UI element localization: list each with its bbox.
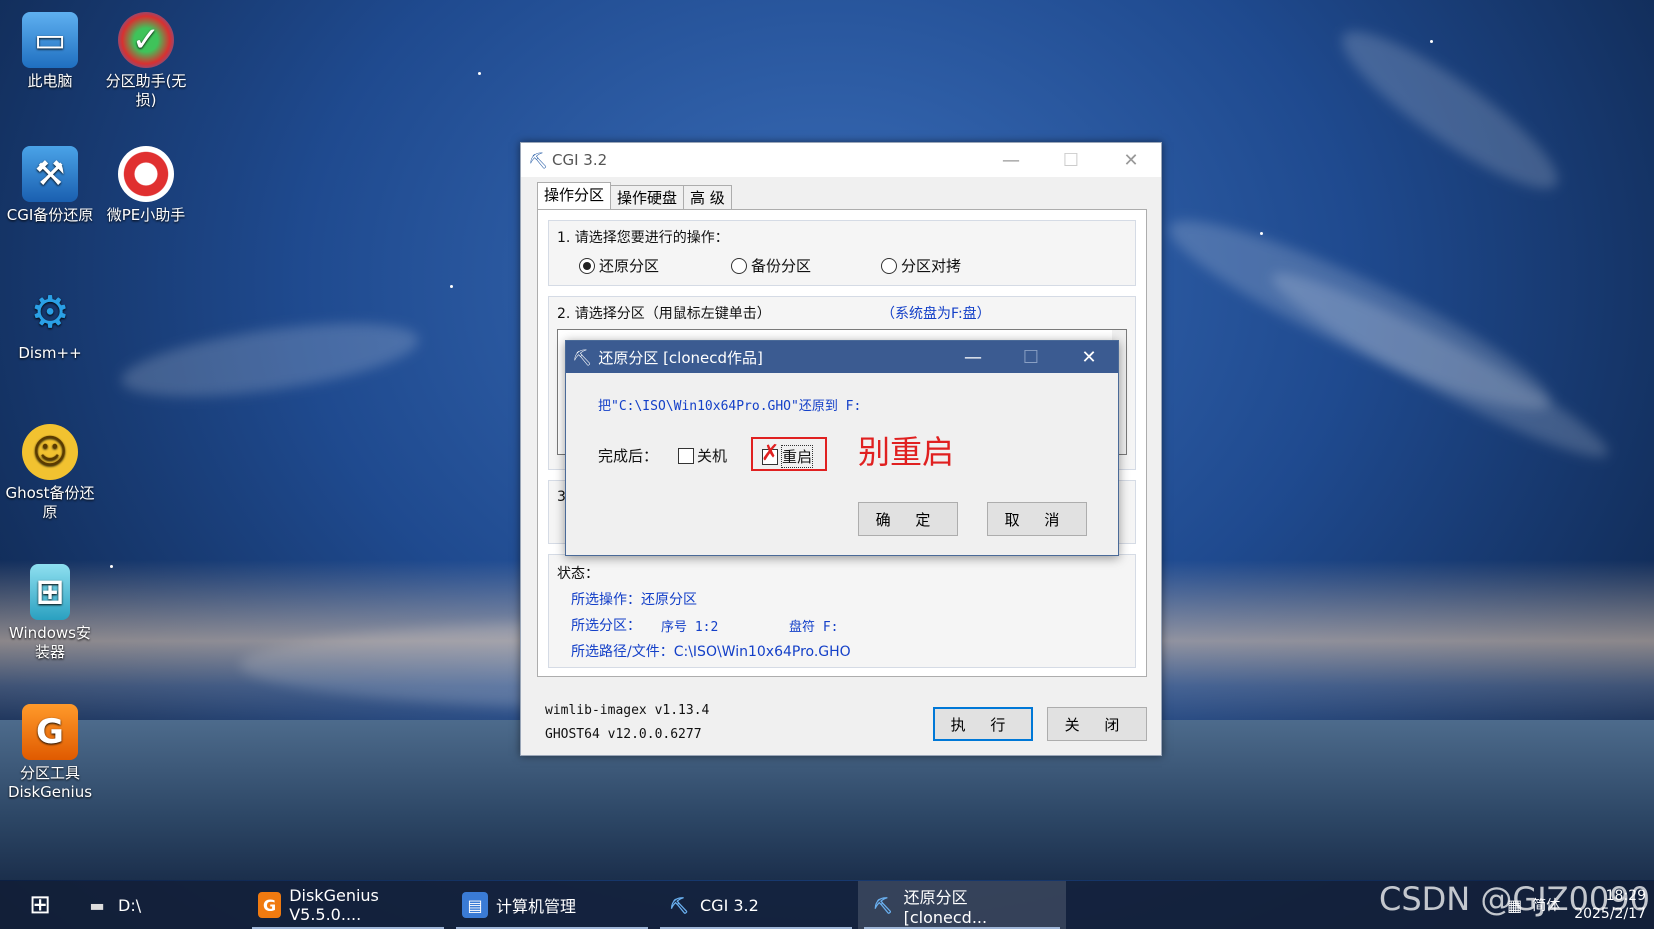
gears-icon: ⚙ bbox=[30, 286, 70, 338]
cgi-backup-icon: ⚒ bbox=[22, 146, 78, 202]
computer-icon: ▭ bbox=[22, 12, 78, 68]
desktop-icon-label: Ghost备份还原 bbox=[5, 484, 95, 521]
status-heading: 状态： bbox=[557, 566, 599, 582]
desktop-icon-diskgenius[interactable]: G 分区工具DiskGenius bbox=[2, 704, 98, 802]
taskbar-item-label: CGI 3.2 bbox=[700, 895, 759, 915]
ok-button[interactable]: 确 定 bbox=[858, 502, 958, 536]
status-operation: 所选操作：还原分区 bbox=[571, 592, 697, 608]
annotation-dont-restart: 别重启 bbox=[858, 433, 955, 471]
checkbox-label: 重启 bbox=[781, 445, 814, 468]
system-drive-note: （系统盘为F:盘） bbox=[881, 306, 991, 322]
desktop-icon-label: 分区助手(无损) bbox=[105, 72, 187, 109]
maximize-button[interactable]: ☐ bbox=[1041, 143, 1101, 177]
tab-advanced[interactable]: 高 级 bbox=[683, 185, 732, 210]
after-complete-label: 完成后： bbox=[598, 447, 659, 465]
taskbar-item-label: D:\ bbox=[118, 895, 142, 915]
dialog-minimize-button[interactable]: — bbox=[944, 341, 1002, 373]
dialog-maximize-button[interactable]: ☐ bbox=[1002, 341, 1060, 373]
desktop-icon-label: CGI备份还原 bbox=[6, 206, 94, 224]
windows-installer-icon: ⊞ bbox=[30, 564, 70, 620]
checkbox-label: 关机 bbox=[697, 447, 728, 465]
status-path: 所选路径/文件：C:\ISO\Win10x64Pro.GHO bbox=[571, 644, 851, 660]
execute-button[interactable]: 执 行 bbox=[933, 707, 1033, 741]
dialog-message: 把"C:\ISO\Win10x64Pro.GHO"还原到 F: bbox=[598, 399, 862, 414]
start-button[interactable]: ⊞ bbox=[8, 881, 72, 929]
ghost-icon: ☺ bbox=[22, 424, 78, 480]
close-button[interactable]: 关 闭 bbox=[1047, 707, 1147, 741]
desktop-icon-label: 微PE小助手 bbox=[106, 206, 186, 224]
checkbox-box: ✗ bbox=[761, 442, 779, 465]
operation-group: 1. 请选择您要进行的操作： 还原分区 备份分区 分区对拷 bbox=[548, 220, 1136, 286]
cancel-button[interactable]: 取 消 bbox=[987, 502, 1087, 536]
taskbar-item-drive[interactable]: ▬ D:\ bbox=[72, 881, 246, 929]
status-partition-label: 所选分区： bbox=[571, 618, 641, 634]
shutdown-checkbox[interactable]: 关机 bbox=[678, 445, 727, 466]
taskbar-item-label: 计算机管理 bbox=[496, 897, 577, 916]
partition-assistant-icon: ✓ bbox=[118, 12, 174, 68]
close-window-button[interactable]: ✕ bbox=[1101, 143, 1161, 177]
dialog-title: 还原分区 [clonecd作品] bbox=[598, 348, 763, 367]
taskbar-item-computer-management[interactable]: ▤ 计算机管理 bbox=[450, 881, 654, 929]
taskbar-item-diskgenius[interactable]: G DiskGenius V5.5.0.... bbox=[246, 881, 450, 929]
cgi-icon: ⛏ bbox=[528, 151, 549, 170]
tab-bar: 操作分区 操作硬盘 高 级 bbox=[537, 182, 732, 210]
tab-operate-disk[interactable]: 操作硬盘 bbox=[610, 185, 685, 210]
status-sequence: 序号 1:2 bbox=[661, 620, 719, 635]
desktop-icon-this-pc[interactable]: ▭ 此电脑 bbox=[2, 12, 98, 91]
radio-backup[interactable]: 备份分区 bbox=[731, 255, 811, 276]
desktop-icon-ghost[interactable]: ☺ Ghost备份还原 bbox=[2, 424, 98, 522]
taskbar-item-restore-dialog[interactable]: ⛏ 还原分区 [clonecd... bbox=[858, 881, 1066, 929]
desktop-icon-label: Dism++ bbox=[18, 344, 82, 362]
ghost-version: GHOST64 v12.0.0.6277 bbox=[545, 727, 702, 742]
lifebuoy-icon bbox=[118, 146, 174, 202]
desktop-icon-label: Windows安装器 bbox=[9, 624, 91, 661]
cross-mark-icon: ✗ bbox=[761, 440, 780, 466]
cgi-icon: ⛏ bbox=[668, 895, 690, 915]
dialog-close-button[interactable]: ✕ bbox=[1060, 341, 1118, 373]
cgi-icon: ⛏ bbox=[872, 895, 893, 915]
radio-restore[interactable]: 还原分区 bbox=[579, 255, 659, 276]
csdn-watermark: CSDN @GJZ0090 bbox=[1379, 880, 1650, 918]
radio-indicator bbox=[731, 257, 747, 274]
windows-start-icon: ⊞ bbox=[29, 890, 51, 920]
wimlib-version: wimlib-imagex v1.13.4 bbox=[545, 703, 710, 718]
status-drive-letter: 盘符 F: bbox=[789, 620, 839, 635]
desktop-icon-wepe[interactable]: 微PE小助手 bbox=[98, 146, 194, 225]
desktop-icon-partition-assistant[interactable]: ✓ 分区助手(无损) bbox=[98, 12, 194, 110]
step1-label: 1. 请选择您要进行的操作： bbox=[557, 230, 729, 246]
restart-checkbox[interactable]: ✗ 重启 bbox=[761, 442, 814, 468]
diskgenius-icon: G bbox=[258, 892, 282, 918]
step2-label: 2. 请选择分区（用鼠标左键单击） bbox=[557, 306, 771, 322]
window-titlebar[interactable]: ⛏ CGI 3.2 — ☐ ✕ bbox=[521, 143, 1161, 177]
restore-dialog: ⛏ 还原分区 [clonecd作品] — ☐ ✕ 把"C:\ISO\Win10x… bbox=[565, 340, 1119, 556]
cgi-icon: ⛏ bbox=[572, 347, 593, 367]
desktop-icon-label: 此电脑 bbox=[27, 72, 73, 90]
radio-label: 还原分区 bbox=[599, 257, 660, 275]
tab-operate-partition[interactable]: 操作分区 bbox=[537, 182, 612, 210]
diskgenius-icon: G bbox=[22, 704, 78, 760]
taskbar-item-cgi[interactable]: ⛏ CGI 3.2 bbox=[654, 881, 858, 929]
desktop-icon-windows-installer[interactable]: ⊞ Windows安装器 bbox=[2, 564, 98, 662]
computer-management-icon: ▤ bbox=[462, 892, 488, 918]
radio-indicator bbox=[881, 257, 897, 274]
taskbar-item-label: DiskGenius V5.5.0.... bbox=[289, 886, 379, 924]
minimize-button[interactable]: — bbox=[981, 143, 1041, 177]
window-title: CGI 3.2 bbox=[552, 151, 608, 169]
drive-icon: ▬ bbox=[89, 895, 105, 915]
radio-label: 备份分区 bbox=[751, 257, 812, 275]
checkbox-box bbox=[678, 447, 694, 464]
status-group: 状态： 所选操作：还原分区 所选分区： 序号 1:2 盘符 F: 所选路径/文件… bbox=[548, 554, 1136, 668]
desktop-icon-label: 分区工具DiskGenius bbox=[7, 764, 93, 801]
taskbar-item-label: 还原分区 [clonecd... bbox=[903, 887, 988, 927]
desktop-icon-dism[interactable]: ⚙ Dism++ bbox=[2, 284, 98, 363]
radio-label: 分区对拷 bbox=[901, 257, 962, 275]
desktop-icon-cgi[interactable]: ⚒ CGI备份还原 bbox=[2, 146, 98, 225]
radio-clone[interactable]: 分区对拷 bbox=[881, 255, 961, 276]
dialog-titlebar[interactable]: ⛏ 还原分区 [clonecd作品] — ☐ ✕ bbox=[566, 341, 1118, 373]
radio-indicator bbox=[579, 257, 595, 274]
